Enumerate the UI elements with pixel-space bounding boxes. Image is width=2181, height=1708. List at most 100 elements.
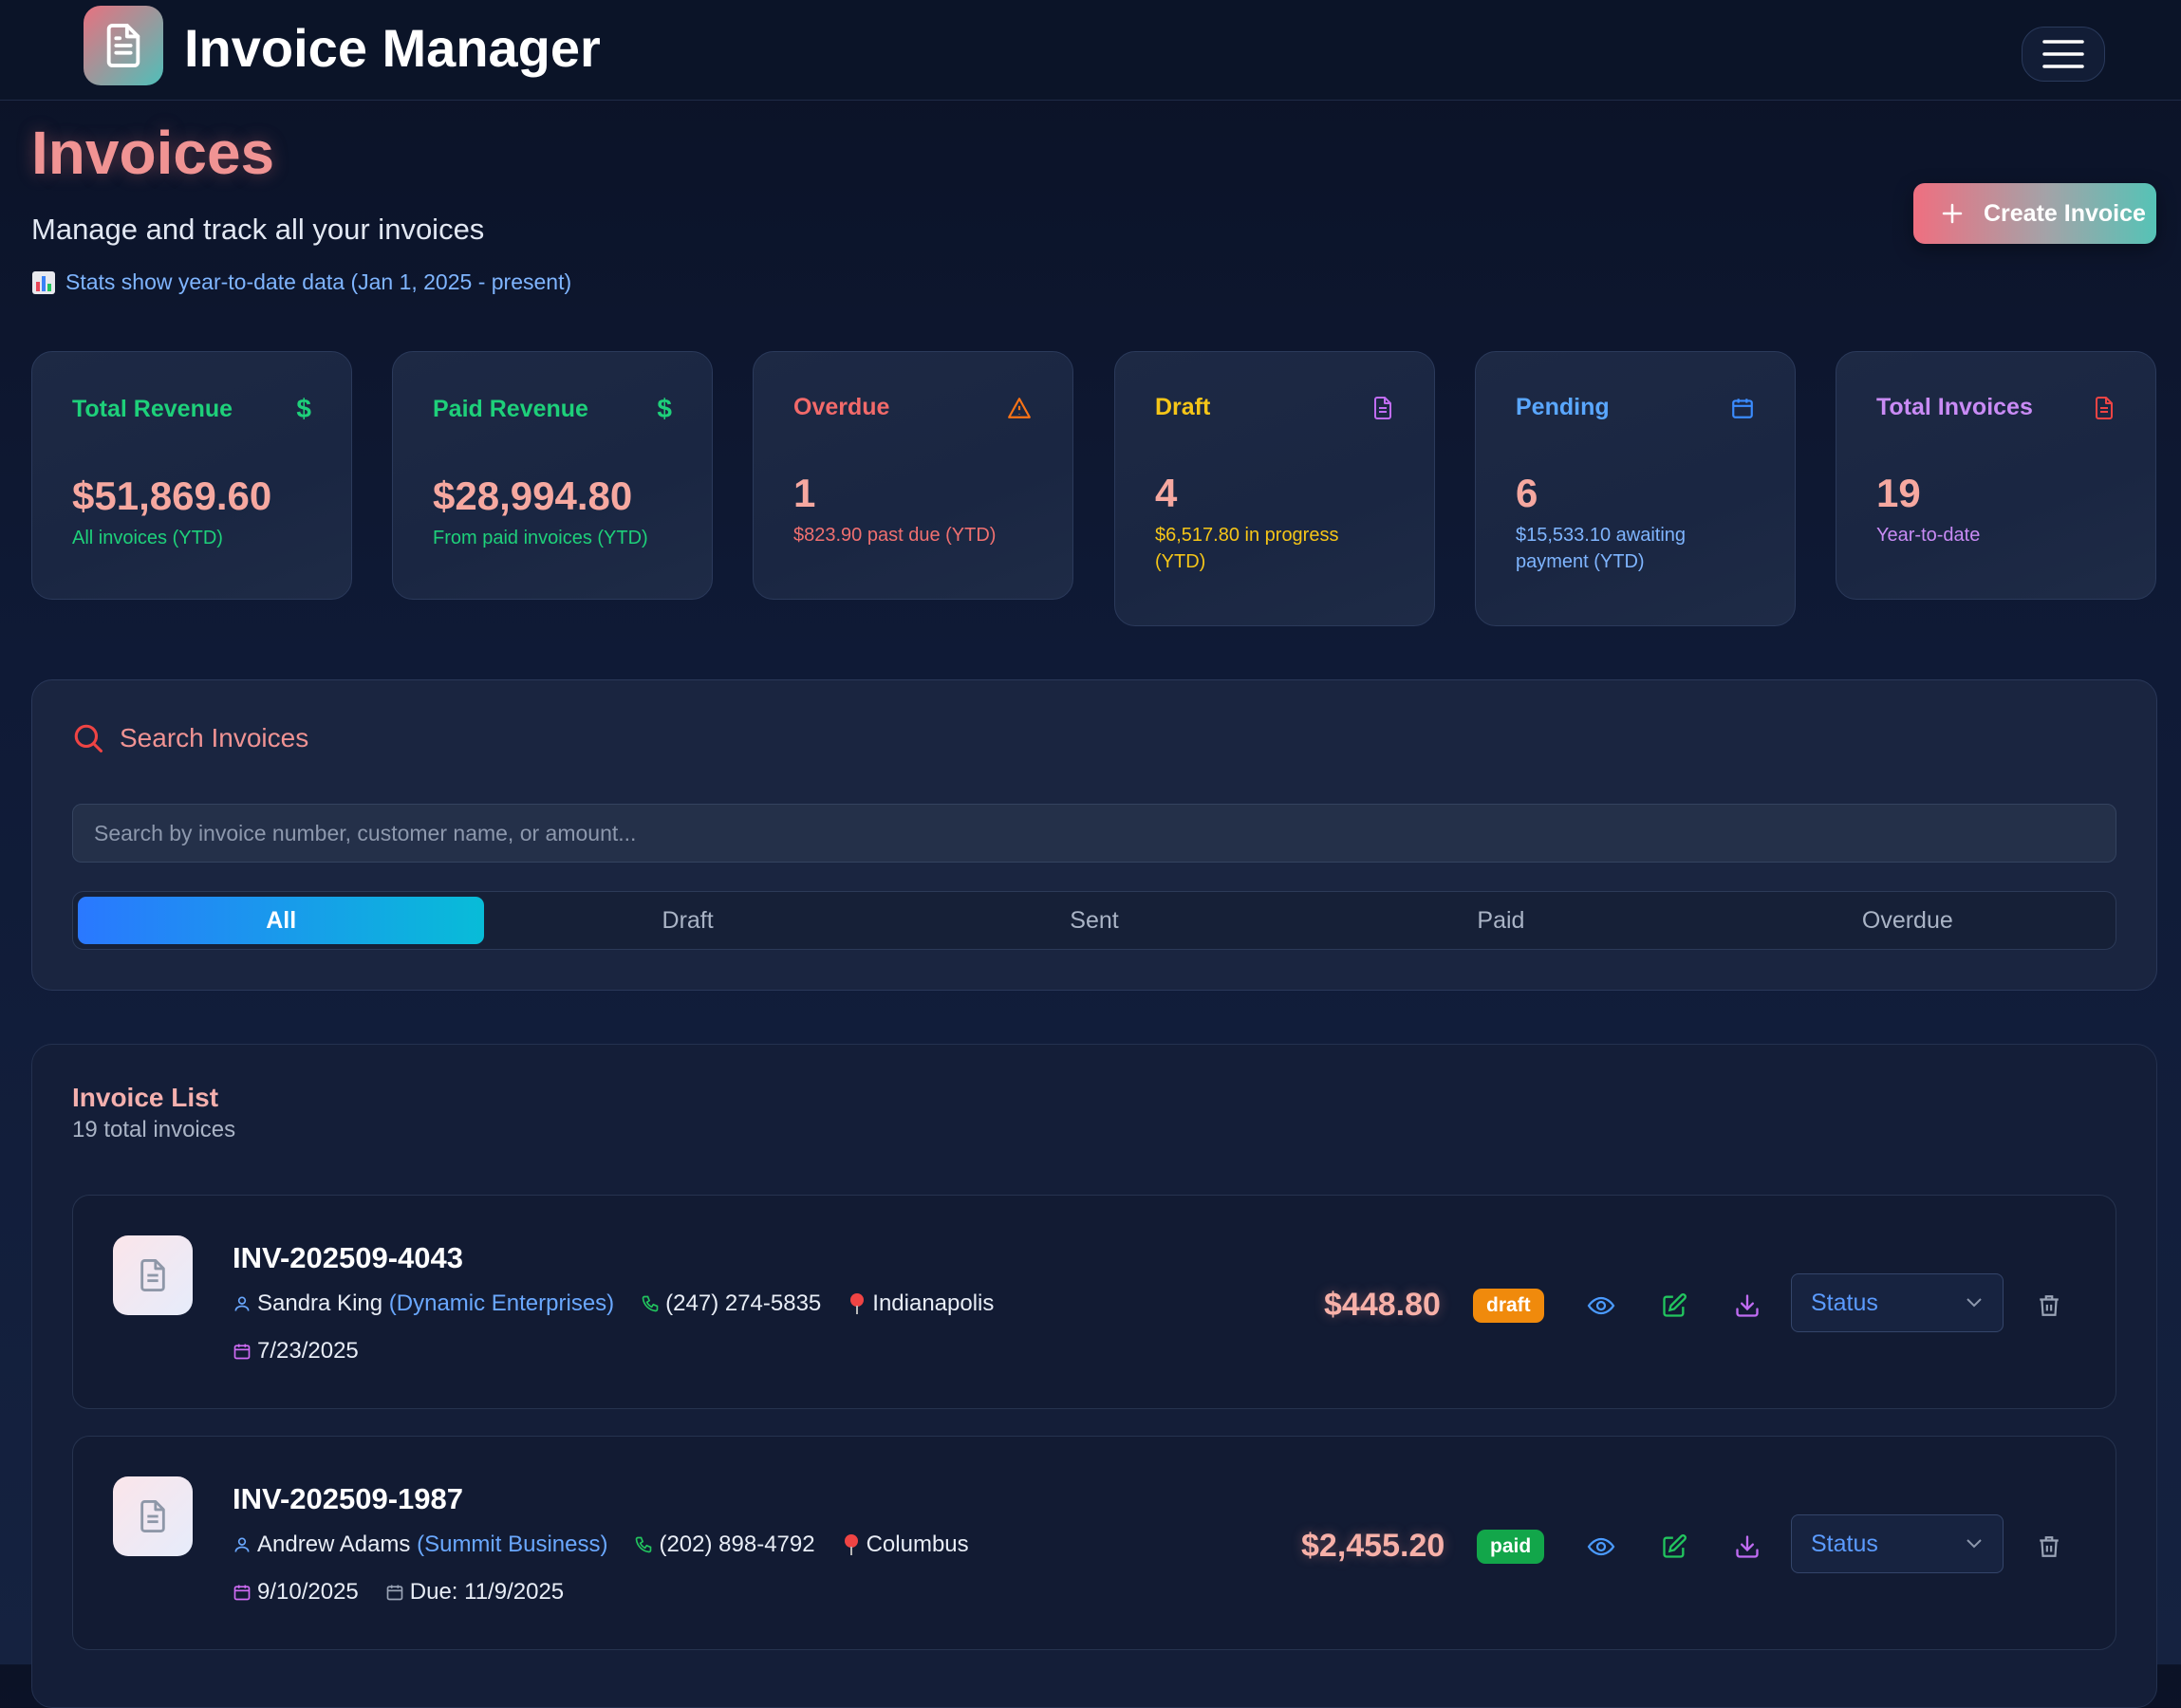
stat-label: Draft	[1155, 394, 1211, 420]
invoice-row[interactable]: INV-202509-1987 Andrew Adams (Summit Bus…	[72, 1436, 2116, 1650]
stat-foot: $823.90 past due (YTD)	[793, 525, 997, 546]
invoice-amount: $2,455.20	[1301, 1528, 1445, 1564]
invoice-dates: 7/23/2025	[233, 1338, 359, 1365]
stat-value: $28,994.80	[433, 473, 633, 518]
stat-label: Total Revenue	[72, 395, 233, 422]
stat-card-pending: Pending 6 $15,533.10 awaiting payment (Y…	[1475, 351, 1796, 626]
invoice-customer-line: Andrew Adams (Summit Business) (202) 898…	[233, 1532, 969, 1558]
view-invoice-button[interactable]	[1582, 1287, 1620, 1325]
customer-company: (Summit Business)	[417, 1532, 608, 1557]
status-filter-tabs: All Draft Sent Paid Overdue	[72, 891, 2116, 950]
download-invoice-button[interactable]	[1728, 1528, 1766, 1566]
customer-city: Columbus	[866, 1532, 969, 1557]
invoice-count: 19 total invoices	[72, 1117, 236, 1142]
download-icon	[1736, 1294, 1759, 1317]
search-panel-title-text: Search Invoices	[120, 723, 309, 752]
tab-paid[interactable]: Paid	[1297, 897, 1704, 944]
search-input[interactable]	[72, 804, 2116, 863]
status-select-value: Status	[1811, 1289, 1878, 1316]
stat-label: Pending	[1516, 394, 1610, 420]
document-icon	[2096, 396, 2113, 419]
status-badge: paid	[1477, 1530, 1545, 1564]
page-subtitle: Manage and track all your invoices	[31, 213, 485, 246]
stat-card-total-revenue: Total Revenue $ $51,869.60 All invoices …	[31, 351, 352, 600]
invoice-number[interactable]: INV-202509-1987	[233, 1482, 463, 1516]
edit-invoice-button[interactable]	[1655, 1287, 1693, 1325]
invoice-amount: $448.80	[1324, 1287, 1441, 1323]
due-calendar-icon	[385, 1583, 404, 1602]
trash-icon	[2040, 1536, 2059, 1557]
status-select-value: Status	[1811, 1530, 1878, 1557]
status-badge: draft	[1473, 1289, 1544, 1323]
tab-sent[interactable]: Sent	[891, 897, 1297, 944]
stat-foot: $15,533.10 awaiting payment (YTD)	[1516, 525, 1687, 572]
invoice-date: 7/23/2025	[257, 1338, 359, 1364]
menu-icon	[2042, 40, 2084, 68]
eye-icon	[1587, 1296, 1615, 1315]
delete-invoice-button[interactable]	[2030, 1287, 2068, 1325]
invoice-document-icon	[113, 1476, 193, 1556]
invoice-date: 9/10/2025	[257, 1579, 359, 1605]
invoice-due-date: Due: 11/9/2025	[409, 1579, 565, 1605]
customer-city: Indianapolis	[872, 1290, 995, 1316]
customer-phone: (247) 274-5835	[665, 1290, 822, 1316]
stat-value: 4	[1155, 471, 1178, 515]
hamburger-menu-button[interactable]	[2022, 27, 2105, 82]
calendar-icon	[233, 1583, 252, 1602]
stat-foot: $6,517.80 in progress (YTD)	[1155, 525, 1339, 572]
user-icon	[233, 1294, 252, 1313]
customer-name: Andrew Adams	[257, 1532, 411, 1557]
tab-overdue[interactable]: Overdue	[1705, 897, 2111, 944]
invoice-customer-line: Sandra King (Dynamic Enterprises) (247) …	[233, 1290, 994, 1317]
view-invoice-button[interactable]	[1582, 1528, 1620, 1566]
create-invoice-label: Create Invoice	[1984, 199, 2146, 227]
tab-draft[interactable]: Draft	[484, 897, 890, 944]
invoice-list-title: Invoice List	[72, 1083, 219, 1112]
invoice-number[interactable]: INV-202509-4043	[233, 1241, 463, 1275]
trash-icon	[2040, 1295, 2059, 1316]
edit-invoice-button[interactable]	[1655, 1528, 1693, 1566]
document-icon	[1374, 396, 1391, 419]
ytd-note: Stats show year-to-date data (Jan 1, 202…	[31, 269, 571, 295]
delete-invoice-button[interactable]	[2030, 1528, 2068, 1566]
invoice-dates: 9/10/2025 Due: 11/9/2025	[233, 1579, 564, 1606]
status-select[interactable]: Status	[1791, 1514, 2004, 1573]
status-select[interactable]: Status	[1791, 1273, 2004, 1332]
stat-label: Paid Revenue	[433, 395, 588, 422]
stat-label: Total Invoices	[1876, 394, 2033, 420]
stat-card-overdue: Overdue 1 $823.90 past due (YTD)	[753, 351, 1073, 600]
warning-icon	[1008, 397, 1031, 418]
stat-foot: All invoices (YTD)	[72, 528, 223, 548]
calendar-icon	[1732, 398, 1753, 418]
stat-card-draft: Draft 4 $6,517.80 in progress (YTD)	[1114, 351, 1435, 626]
chevron-down-icon	[1967, 1298, 1982, 1308]
location-pin-icon	[848, 1292, 867, 1315]
user-icon	[233, 1535, 252, 1554]
stat-foot: From paid invoices (YTD)	[433, 528, 648, 548]
dollar-icon: $	[657, 394, 672, 423]
create-invoice-button[interactable]: Create Invoice	[1913, 183, 2156, 244]
search-panel: Search Invoices All Draft Sent Paid Over…	[31, 679, 2157, 991]
invoice-list-panel: Invoice List 19 total invoices INV-20250…	[31, 1044, 2157, 1708]
stat-value: $51,869.60	[72, 473, 272, 518]
dollar-icon: $	[296, 394, 311, 423]
edit-icon	[1663, 1293, 1687, 1317]
stat-label: Overdue	[793, 394, 890, 420]
stat-card-total-invoices: Total Invoices 19 Year-to-date	[1836, 351, 2156, 600]
phone-icon	[634, 1535, 653, 1554]
app-title: Invoice Manager	[184, 18, 601, 78]
tab-all[interactable]: All	[78, 897, 485, 944]
phone-icon	[641, 1294, 660, 1313]
search-panel-title: Search Invoices	[72, 722, 308, 754]
stat-value: 6	[1516, 471, 1538, 515]
invoice-document-icon	[113, 1235, 193, 1315]
edit-icon	[1663, 1534, 1687, 1558]
top-bar: Invoice Manager	[0, 0, 2181, 101]
chevron-down-icon	[1967, 1539, 1982, 1549]
invoice-row[interactable]: INV-202509-4043 Sandra King (Dynamic Ent…	[72, 1195, 2116, 1409]
app-logo-icon	[84, 6, 163, 85]
eye-icon	[1587, 1537, 1615, 1556]
customer-company: (Dynamic Enterprises)	[388, 1290, 615, 1316]
download-invoice-button[interactable]	[1728, 1287, 1766, 1325]
calendar-icon	[233, 1342, 252, 1361]
